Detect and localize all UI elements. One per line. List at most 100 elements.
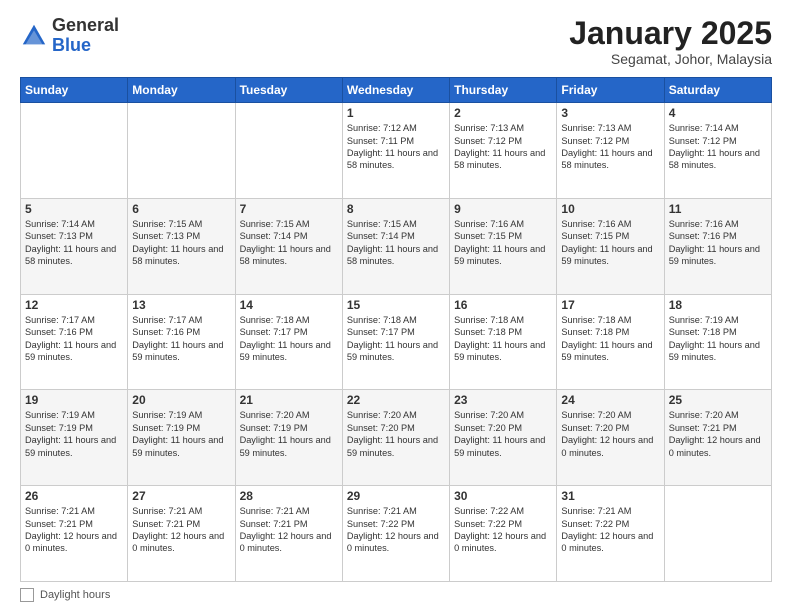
day-number: 2 [454,106,552,120]
day-info: Sunrise: 7:18 AM Sunset: 7:17 PM Dayligh… [240,314,338,364]
calendar-cell: 18 Sunrise: 7:19 AM Sunset: 7:18 PM Dayli… [664,294,771,390]
day-number: 17 [561,298,659,312]
day-info: Sunrise: 7:14 AM Sunset: 7:13 PM Dayligh… [25,218,123,268]
day-number: 24 [561,393,659,407]
day-number: 25 [669,393,767,407]
day-number: 9 [454,202,552,216]
calendar-cell: 15 Sunrise: 7:18 AM Sunset: 7:17 PM Dayli… [342,294,449,390]
day-info: Sunrise: 7:18 AM Sunset: 7:18 PM Dayligh… [454,314,552,364]
daylight-box-icon [20,588,34,602]
day-info: Sunrise: 7:20 AM Sunset: 7:19 PM Dayligh… [240,409,338,459]
calendar-header-wednesday: Wednesday [342,78,449,103]
day-info: Sunrise: 7:14 AM Sunset: 7:12 PM Dayligh… [669,122,767,172]
calendar-cell: 6Sunrise: 7:15 AM Sunset: 7:13 PM Daylig… [128,198,235,294]
calendar-cell: 10 Sunrise: 7:16 AM Sunset: 7:15 PM Dayli… [557,198,664,294]
day-number: 31 [561,489,659,503]
day-info: Sunrise: 7:21 AM Sunset: 7:21 PM Dayligh… [25,505,123,555]
calendar-table: SundayMondayTuesdayWednesdayThursdayFrid… [20,77,772,582]
day-number: 20 [132,393,230,407]
day-info: Sunrise: 7:17 AM Sunset: 7:16 PM Dayligh… [132,314,230,364]
calendar-cell: 31 Sunrise: 7:21 AM Sunset: 7:22 PM Dayli… [557,486,664,582]
calendar-cell: 20Sunrise: 7:19 AM Sunset: 7:19 PM Dayli… [128,390,235,486]
day-info: Sunrise: 7:21 AM Sunset: 7:22 PM Dayligh… [561,505,659,555]
calendar-cell [235,103,342,199]
day-info: Sunrise: 7:12 AM Sunset: 7:11 PM Dayligh… [347,122,445,172]
day-info: Sunrise: 7:19 AM Sunset: 7:18 PM Dayligh… [669,314,767,364]
calendar-cell: 3Sunrise: 7:13 AM Sunset: 7:12 PM Daylig… [557,103,664,199]
calendar-header-tuesday: Tuesday [235,78,342,103]
title-block: January 2025 Segamat, Johor, Malaysia [569,16,772,67]
day-info: Sunrise: 7:18 AM Sunset: 7:17 PM Dayligh… [347,314,445,364]
calendar-cell: 26Sunrise: 7:21 AM Sunset: 7:21 PM Dayli… [21,486,128,582]
day-number: 15 [347,298,445,312]
day-number: 22 [347,393,445,407]
day-info: Sunrise: 7:17 AM Sunset: 7:16 PM Dayligh… [25,314,123,364]
day-info: Sunrise: 7:16 AM Sunset: 7:15 PM Dayligh… [561,218,659,268]
calendar-cell: 23 Sunrise: 7:20 AM Sunset: 7:20 PM Dayli… [450,390,557,486]
day-number: 8 [347,202,445,216]
calendar-header-row: SundayMondayTuesdayWednesdayThursdayFrid… [21,78,772,103]
logo-blue: Blue [52,36,119,56]
calendar-cell: 16 Sunrise: 7:18 AM Sunset: 7:18 PM Dayli… [450,294,557,390]
calendar-cell: 13Sunrise: 7:17 AM Sunset: 7:16 PM Dayli… [128,294,235,390]
day-info: Sunrise: 7:13 AM Sunset: 7:12 PM Dayligh… [561,122,659,172]
day-number: 29 [347,489,445,503]
calendar-cell: 21 Sunrise: 7:20 AM Sunset: 7:19 PM Dayli… [235,390,342,486]
calendar-header-saturday: Saturday [664,78,771,103]
day-number: 12 [25,298,123,312]
day-number: 1 [347,106,445,120]
logo-general: General [52,16,119,36]
calendar-cell: 17 Sunrise: 7:18 AM Sunset: 7:18 PM Dayli… [557,294,664,390]
calendar-cell: 25 Sunrise: 7:20 AM Sunset: 7:21 PM Dayli… [664,390,771,486]
day-info: Sunrise: 7:15 AM Sunset: 7:14 PM Dayligh… [347,218,445,268]
day-info: Sunrise: 7:20 AM Sunset: 7:20 PM Dayligh… [561,409,659,459]
day-number: 10 [561,202,659,216]
calendar-cell: 27 Sunrise: 7:21 AM Sunset: 7:21 PM Dayli… [128,486,235,582]
day-number: 28 [240,489,338,503]
calendar-cell: 28Sunrise: 7:21 AM Sunset: 7:21 PM Dayli… [235,486,342,582]
day-info: Sunrise: 7:15 AM Sunset: 7:13 PM Dayligh… [132,218,230,268]
footer: Daylight hours [20,588,772,602]
day-number: 14 [240,298,338,312]
calendar-cell: 24 Sunrise: 7:20 AM Sunset: 7:20 PM Dayli… [557,390,664,486]
calendar-week-row: 26Sunrise: 7:21 AM Sunset: 7:21 PM Dayli… [21,486,772,582]
daylight-label: Daylight hours [40,589,110,601]
day-number: 7 [240,202,338,216]
day-info: Sunrise: 7:20 AM Sunset: 7:21 PM Dayligh… [669,409,767,459]
day-info: Sunrise: 7:20 AM Sunset: 7:20 PM Dayligh… [347,409,445,459]
day-number: 11 [669,202,767,216]
calendar-week-row: 1 Sunrise: 7:12 AM Sunset: 7:11 PM Daylig… [21,103,772,199]
day-info: Sunrise: 7:20 AM Sunset: 7:20 PM Dayligh… [454,409,552,459]
day-info: Sunrise: 7:18 AM Sunset: 7:18 PM Dayligh… [561,314,659,364]
calendar-header-thursday: Thursday [450,78,557,103]
day-number: 21 [240,393,338,407]
page: General Blue January 2025 Segamat, Johor… [0,0,792,612]
calendar-header-sunday: Sunday [21,78,128,103]
calendar-cell: 1 Sunrise: 7:12 AM Sunset: 7:11 PM Daylig… [342,103,449,199]
calendar-cell: 19 Sunrise: 7:19 AM Sunset: 7:19 PM Dayli… [21,390,128,486]
day-number: 4 [669,106,767,120]
day-info: Sunrise: 7:19 AM Sunset: 7:19 PM Dayligh… [25,409,123,459]
calendar-cell: 30Sunrise: 7:22 AM Sunset: 7:22 PM Dayli… [450,486,557,582]
calendar-cell [664,486,771,582]
calendar-cell [21,103,128,199]
day-info: Sunrise: 7:16 AM Sunset: 7:15 PM Dayligh… [454,218,552,268]
day-info: Sunrise: 7:21 AM Sunset: 7:22 PM Dayligh… [347,505,445,555]
day-info: Sunrise: 7:21 AM Sunset: 7:21 PM Dayligh… [132,505,230,555]
day-number: 18 [669,298,767,312]
day-number: 16 [454,298,552,312]
day-number: 23 [454,393,552,407]
calendar-cell: 22 Sunrise: 7:20 AM Sunset: 7:20 PM Dayli… [342,390,449,486]
logo: General Blue [20,16,119,56]
calendar-cell: 11 Sunrise: 7:16 AM Sunset: 7:16 PM Dayli… [664,198,771,294]
calendar-week-row: 5Sunrise: 7:14 AM Sunset: 7:13 PM Daylig… [21,198,772,294]
calendar-header-monday: Monday [128,78,235,103]
day-number: 19 [25,393,123,407]
calendar-cell: 4 Sunrise: 7:14 AM Sunset: 7:12 PM Daylig… [664,103,771,199]
calendar-week-row: 19 Sunrise: 7:19 AM Sunset: 7:19 PM Dayli… [21,390,772,486]
day-info: Sunrise: 7:16 AM Sunset: 7:16 PM Dayligh… [669,218,767,268]
calendar-cell: 29 Sunrise: 7:21 AM Sunset: 7:22 PM Dayli… [342,486,449,582]
calendar-cell: 12 Sunrise: 7:17 AM Sunset: 7:16 PM Dayli… [21,294,128,390]
calendar-cell [128,103,235,199]
day-number: 27 [132,489,230,503]
